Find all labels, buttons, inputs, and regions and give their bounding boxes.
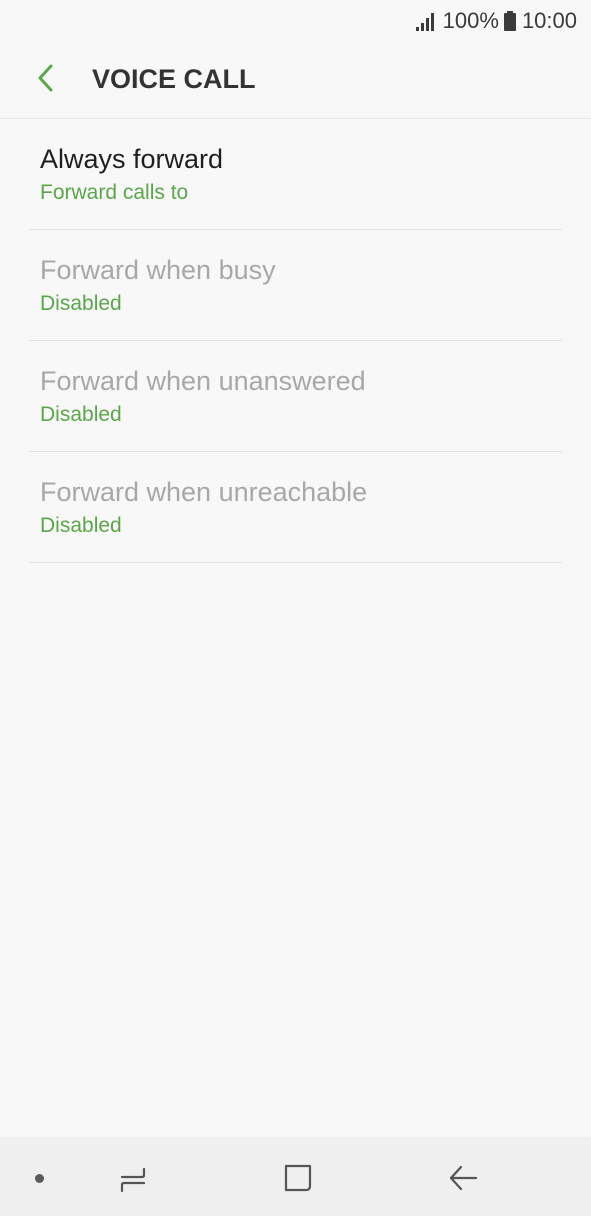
item-title: Always forward xyxy=(40,144,224,174)
item-title: Forward when unreachable xyxy=(40,477,368,507)
back-button[interactable] xyxy=(26,58,66,98)
back-arrow-icon xyxy=(449,1165,478,1191)
signal-icon xyxy=(415,13,434,31)
dot-icon[interactable] xyxy=(35,1174,44,1183)
list-item-forward-when-unanswered[interactable]: Forward when unanswered Disabled xyxy=(29,341,562,452)
recent-apps-button[interactable] xyxy=(116,1161,150,1195)
list-item-forward-when-unreachable[interactable]: Forward when unreachable Disabled xyxy=(29,452,562,563)
chevron-left-icon xyxy=(38,64,53,92)
page-title: VOICE CALL xyxy=(92,64,256,94)
item-subtitle: Disabled xyxy=(40,403,122,426)
item-title: Forward when busy xyxy=(40,255,276,285)
list-item-always-forward[interactable]: Always forward Forward calls to xyxy=(29,119,562,230)
item-subtitle: Disabled xyxy=(40,514,122,537)
clock: 10:00 xyxy=(521,8,577,33)
app-header: VOICE CALL xyxy=(0,40,591,119)
item-subtitle: Disabled xyxy=(40,292,122,315)
list-item-forward-when-busy[interactable]: Forward when busy Disabled xyxy=(29,230,562,341)
battery-icon xyxy=(503,11,516,31)
navigation-bar xyxy=(0,1137,591,1216)
status-bar: 100% 10:00 xyxy=(0,0,591,40)
status-indicators: 100% 10:00 xyxy=(415,7,577,35)
item-subtitle: Forward calls to xyxy=(40,181,189,204)
battery-percent: 100% xyxy=(442,8,499,33)
home-button[interactable] xyxy=(281,1161,315,1195)
back-nav-button[interactable] xyxy=(446,1161,480,1195)
call-forwarding-list: Always forward Forward calls to Forward … xyxy=(0,119,591,563)
recent-apps-icon xyxy=(120,1167,146,1193)
home-icon xyxy=(284,1164,312,1192)
item-title: Forward when unanswered xyxy=(40,366,366,396)
